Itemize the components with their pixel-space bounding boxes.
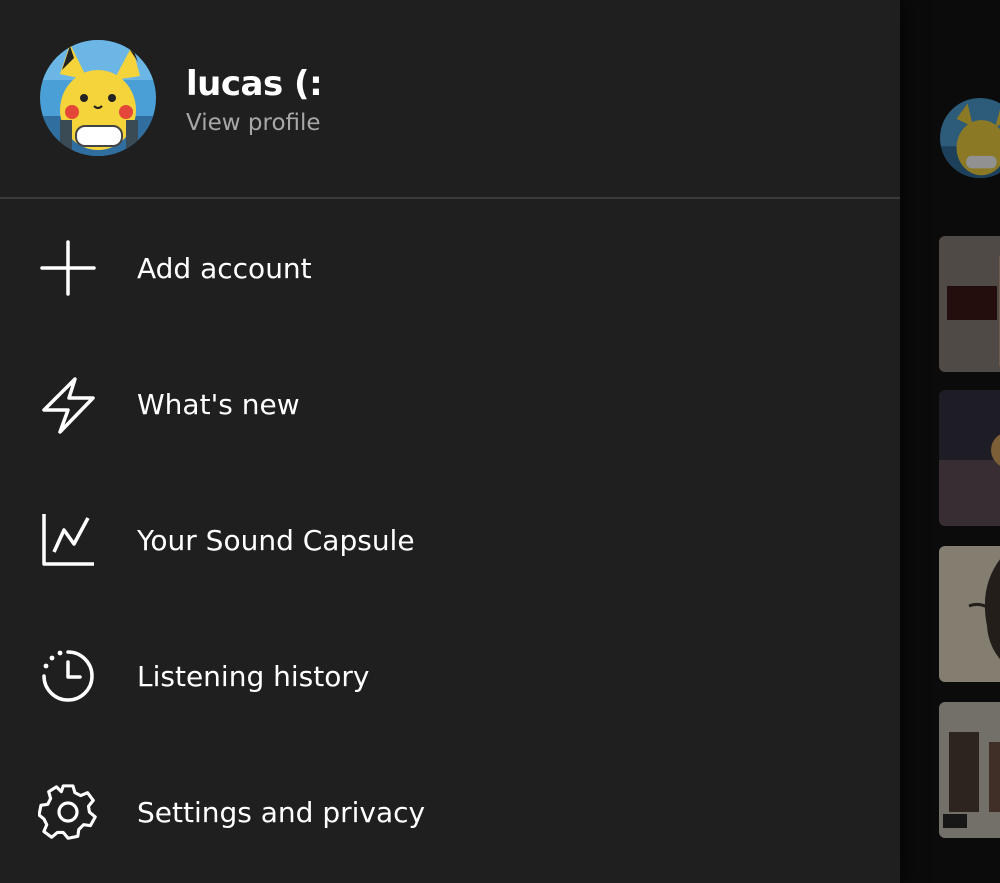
background-content [900, 0, 1000, 883]
plus-icon [38, 238, 98, 298]
background-album-thumb[interactable] [939, 546, 1000, 682]
avatar[interactable] [40, 40, 156, 156]
menu-item-label: Add account [137, 252, 312, 285]
background-avatar[interactable] [940, 98, 1000, 178]
background-album-thumb[interactable] [939, 390, 1000, 526]
background-album-thumb[interactable] [939, 702, 1000, 838]
gear-icon [37, 782, 98, 842]
background-album-thumb[interactable] [939, 236, 1000, 372]
menu-item-whats-new[interactable]: What's new [0, 344, 900, 464]
menu-item-label: Listening history [137, 660, 370, 693]
lightning-icon [38, 374, 98, 434]
profile-header[interactable]: lucas (: View profile [0, 0, 900, 197]
menu-item-settings-privacy[interactable]: Settings and privacy [0, 752, 900, 872]
view-profile-link[interactable]: View profile [186, 110, 321, 136]
menu-item-label: Settings and privacy [137, 796, 426, 829]
app-screen: lucas (: View profile Add account What's… [0, 0, 1000, 883]
navigation-drawer: lucas (: View profile Add account What's… [0, 0, 900, 883]
menu-item-listening-history[interactable]: Listening history [0, 616, 900, 736]
divider [0, 197, 900, 199]
menu-item-label: What's new [137, 388, 300, 421]
profile-name: lucas (: [186, 64, 323, 104]
menu-item-sound-capsule[interactable]: Your Sound Capsule [0, 480, 900, 600]
menu-item-label: Your Sound Capsule [137, 524, 415, 557]
chart-icon [38, 510, 98, 570]
menu-item-add-account[interactable]: Add account [0, 208, 900, 328]
pikachu-avatar-image [40, 40, 156, 156]
history-clock-icon [38, 646, 98, 706]
